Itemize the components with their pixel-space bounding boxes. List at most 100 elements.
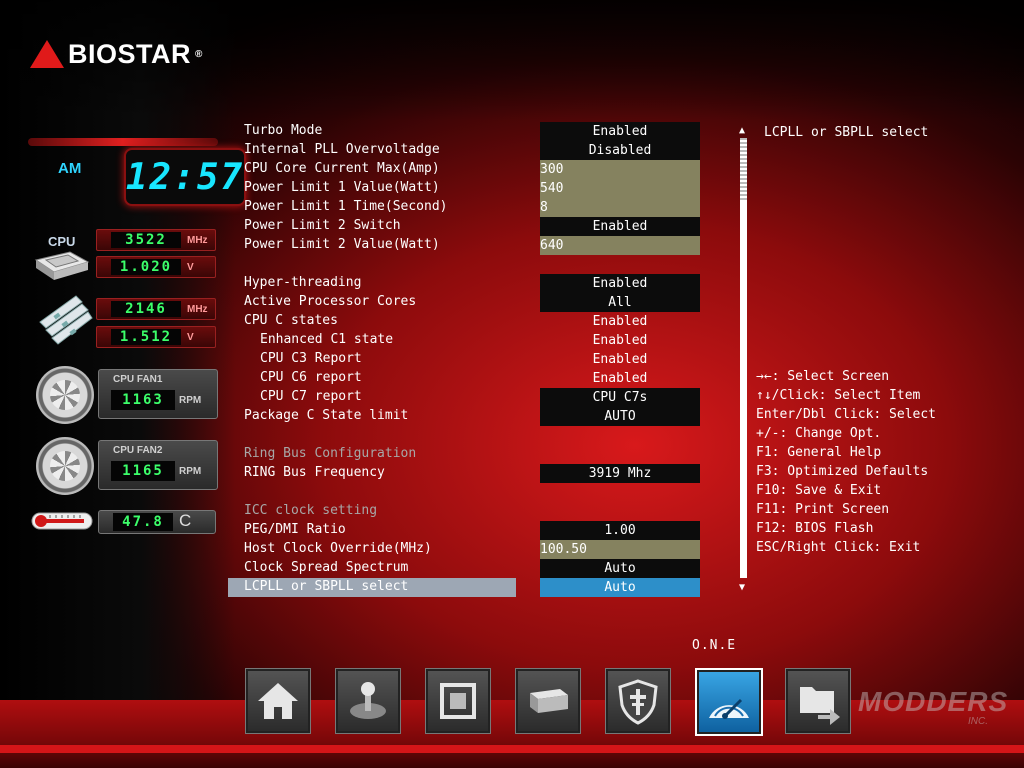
- setting-input[interactable]: 540: [540, 179, 700, 198]
- setting-value[interactable]: Enabled: [540, 350, 700, 369]
- clock-topbar: [28, 138, 218, 146]
- setting-value[interactable]: All: [540, 293, 700, 312]
- scrollbar-thumb[interactable]: [740, 138, 747, 200]
- setting-value[interactable]: Auto: [540, 578, 700, 597]
- setting-row-selected[interactable]: LCPLL or SBPLL select Auto: [228, 578, 700, 597]
- setting-input[interactable]: 100.50: [540, 540, 700, 559]
- setting-value[interactable]: Enabled: [540, 217, 700, 236]
- setting-value[interactable]: Enabled: [540, 274, 700, 293]
- temperature-value: 47.8: [113, 513, 173, 531]
- clock-time: 12:57: [124, 148, 246, 206]
- speedometer-icon: [709, 698, 749, 719]
- setting-label: Active Processor Cores: [244, 294, 417, 309]
- setting-value[interactable]: Enabled: [540, 331, 700, 350]
- nav-main-button[interactable]: [245, 668, 311, 734]
- memory-frequency-unit: MHz: [187, 303, 208, 315]
- help-title: LCPLL or SBPLL select: [764, 125, 929, 140]
- setting-label: Hyper-threading: [244, 275, 362, 290]
- clock-panel: AM 12:57: [28, 138, 246, 210]
- cpu-frequency-unit: MHz: [187, 234, 208, 246]
- help-key: F1: General Help: [756, 445, 882, 460]
- scroll-down-arrow-icon[interactable]: ▼: [739, 582, 745, 593]
- bottom-floor-stripe: [0, 745, 1024, 753]
- biostar-logo: BIOSTAR ®: [30, 38, 203, 70]
- nav-chipset-button[interactable]: [425, 668, 491, 734]
- cpu-frequency-readout: 3522 MHz: [96, 229, 216, 251]
- setting-input[interactable]: 8: [540, 198, 700, 217]
- home-icon: [258, 683, 298, 719]
- setting-row[interactable]: PEG/DMI Ratio 1.00: [244, 521, 700, 540]
- storage-icon: [530, 689, 568, 713]
- nav-advanced-button[interactable]: [335, 668, 401, 734]
- setting-row[interactable]: CPU C6 report Enabled: [244, 369, 700, 388]
- setting-row[interactable]: Turbo Mode Enabled: [244, 122, 700, 141]
- setting-value[interactable]: CPU C7s: [540, 388, 700, 407]
- setting-row[interactable]: CPU C states Enabled: [244, 312, 700, 331]
- temperature-unit: C: [179, 511, 192, 530]
- setting-value[interactable]: Enabled: [540, 122, 700, 141]
- setting-value[interactable]: 3919 Mhz: [540, 464, 700, 483]
- temperature-panel: 47.8 C: [98, 510, 216, 534]
- setting-row[interactable]: CPU C7 report CPU C7s: [244, 388, 700, 407]
- setting-row[interactable]: RING Bus Frequency 3919 Mhz: [244, 464, 700, 483]
- scroll-up-arrow-icon[interactable]: ▲: [739, 125, 745, 136]
- setting-row[interactable]: Power Limit 2 Switch Enabled: [244, 217, 700, 236]
- cpu-frequency-value: 3522: [111, 232, 181, 248]
- clock-ampm: AM: [58, 160, 82, 177]
- cpu-label: CPU: [48, 234, 76, 249]
- help-key: F10: Save & Exit: [756, 483, 882, 498]
- setting-value[interactable]: AUTO: [540, 407, 700, 426]
- help-key: Enter/Dbl Click: Select: [756, 407, 937, 422]
- joystick-icon: [350, 682, 386, 719]
- setting-row[interactable]: Power Limit 2 Value(Watt) 640: [244, 236, 700, 255]
- fan1-label: CPU FAN1: [113, 374, 163, 385]
- scrollbar-track[interactable]: [740, 138, 747, 578]
- memory-voltage-readout: 1.512 V: [96, 326, 216, 348]
- watermark-sub: INC.: [968, 716, 988, 727]
- setting-row[interactable]: Power Limit 1 Time(Second) 8: [244, 198, 700, 217]
- cpu-chip-icon: [30, 250, 92, 284]
- chip-icon: [440, 683, 476, 719]
- setting-value[interactable]: Auto: [540, 559, 700, 578]
- fan1-icon: [36, 366, 94, 424]
- setting-row[interactable]: Clock Spread Spectrum Auto: [244, 559, 700, 578]
- exit-folder-icon: [800, 687, 840, 725]
- setting-label: LCPLL or SBPLL select: [244, 579, 409, 594]
- setting-label: RING Bus Frequency: [244, 465, 385, 480]
- help-key: →←: Select Screen: [756, 369, 890, 384]
- setting-row[interactable]: Power Limit 1 Value(Watt) 540: [244, 179, 700, 198]
- memory-voltage-value: 1.512: [111, 329, 181, 345]
- setting-label: Internal PLL Overvoltadge: [244, 142, 440, 157]
- fan2-label: CPU FAN2: [113, 445, 163, 456]
- setting-input[interactable]: 640: [540, 236, 700, 255]
- setting-value[interactable]: Disabled: [540, 141, 700, 160]
- fan2-panel: CPU FAN2 1165 RPM: [98, 440, 218, 490]
- setting-value[interactable]: Enabled: [540, 369, 700, 388]
- section-header: Ring Bus Configuration: [244, 445, 700, 464]
- setting-row[interactable]: Active Processor Cores All: [244, 293, 700, 312]
- setting-label: Enhanced C1 state: [260, 332, 394, 347]
- nav-one-button[interactable]: [695, 668, 763, 736]
- setting-row[interactable]: Hyper-threading Enabled: [244, 274, 700, 293]
- nav-boot-button[interactable]: [515, 668, 581, 734]
- setting-row[interactable]: Package C State limit AUTO: [244, 407, 700, 426]
- setting-label: CPU C states: [244, 313, 338, 328]
- setting-value[interactable]: Enabled: [540, 312, 700, 331]
- setting-row[interactable]: Internal PLL Overvoltadge Disabled: [244, 141, 700, 160]
- setting-row[interactable]: CPU C3 Report Enabled: [244, 350, 700, 369]
- watermark-logo: MODDERS: [858, 686, 1009, 717]
- section-header: ICC clock setting: [244, 502, 700, 521]
- setting-row[interactable]: CPU Core Current Max(Amp) 300: [244, 160, 700, 179]
- setting-row[interactable]: Host Clock Override(MHz) 100.50: [244, 540, 700, 559]
- thermometer-icon: [30, 510, 94, 532]
- help-key: F11: Print Screen: [756, 502, 890, 517]
- setting-value[interactable]: 1.00: [540, 521, 700, 540]
- nav-exit-button[interactable]: [785, 668, 851, 734]
- setting-row[interactable]: Enhanced C1 state Enabled: [244, 331, 700, 350]
- fan2-rpm-value: 1165: [111, 461, 175, 481]
- brand-name: BIOSTAR: [68, 38, 191, 69]
- nav-security-button[interactable]: [605, 668, 671, 734]
- setting-label: Power Limit 2 Value(Watt): [244, 237, 440, 252]
- setting-input[interactable]: 300: [540, 160, 700, 179]
- setting-label: Clock Spread Spectrum: [244, 560, 409, 575]
